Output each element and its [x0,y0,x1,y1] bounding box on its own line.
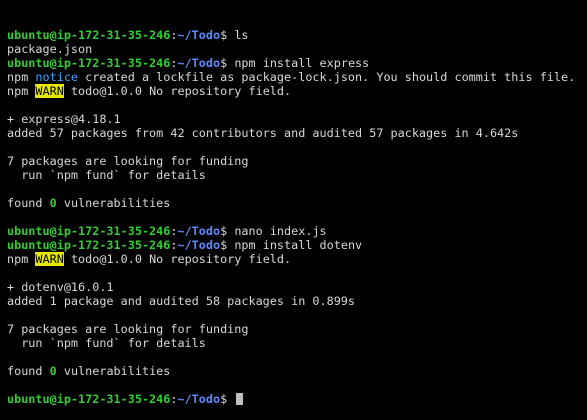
prompt-path: ~/Todo [177,392,221,406]
prompt-user-host: ubuntu@ip-172-31-35-246 [7,238,171,252]
command-text: npm install dotenv [234,238,363,252]
prompt-user-host: ubuntu@ip-172-31-35-246 [7,56,171,70]
vulnerability-count: 0 [49,364,57,378]
prompt-line: ubuntu@ip-172-31-35-246:~/Todo$ [7,392,587,406]
found-prefix: found [7,196,50,210]
output-line: run `npm fund` for details [7,336,587,350]
found-suffix: vulnerabilities [56,364,171,378]
npm-level-badge: WARN [35,252,64,266]
npm-message: todo@1.0.0 No repository field. [63,84,292,98]
vulnerabilities-line: found 0 vulnerabilities [7,196,587,210]
output-line: package.json [7,42,587,56]
prompt-user-host: ubuntu@ip-172-31-35-246 [7,28,171,42]
output-text: run `npm fund` for details [7,168,206,182]
npm-log-line: npm notice created a lockfile as package… [7,70,587,84]
output-text: added 1 package and audited 58 packages … [7,294,356,308]
vulnerabilities-line: found 0 vulnerabilities [7,364,587,378]
vulnerability-count: 0 [49,196,57,210]
output-text: + dotenv@16.0.1 [7,280,114,294]
output-line: + dotenv@16.0.1 [7,280,587,294]
output-text: + express@4.18.1 [7,112,121,126]
output-line: 7 packages are looking for funding [7,154,587,168]
prompt-path: ~/Todo [177,238,221,252]
npm-message: created a lockfile as package-lock.json.… [78,70,576,84]
command-text: nano index.js [234,224,327,238]
terminal-output: ubuntu@ip-172-31-35-246:~/Todo$ ls packag… [7,28,587,406]
prompt-dollar: $ [220,28,235,42]
prompt-line: ubuntu@ip-172-31-35-246:~/Todo$ nano ind… [7,224,587,238]
output-line: 7 packages are looking for funding [7,322,587,336]
terminal-window[interactable]: ubuntu@ip-172-31-35-246:~/Todo$ ls packag… [0,0,587,407]
prompt-line: ubuntu@ip-172-31-35-246:~/Todo$ ls [7,28,587,42]
npm-level-badge: notice [35,70,79,84]
output-line: run `npm fund` for details [7,168,587,182]
prompt-path: ~/Todo [177,28,221,42]
output-text: package.json [7,42,93,56]
output-line: added 1 package and audited 58 packages … [7,294,587,308]
prompt-path: ~/Todo [177,224,221,238]
npm-log-line: npm WARN todo@1.0.0 No repository field. [7,84,587,98]
output-text: run `npm fund` for details [7,336,206,350]
command-text: npm install express [234,56,370,70]
found-suffix: vulnerabilities [56,196,171,210]
prompt-dollar: $ [220,224,235,238]
found-prefix: found [7,364,50,378]
command-text: ls [234,28,249,42]
output-line: + express@4.18.1 [7,112,587,126]
prompt-user-host: ubuntu@ip-172-31-35-246 [7,224,171,238]
npm-prefix: npm [7,84,36,98]
prompt-line: ubuntu@ip-172-31-35-246:~/Todo$ npm inst… [7,56,587,70]
prompt-dollar: $ [220,56,235,70]
npm-message: todo@1.0.0 No repository field. [63,252,292,266]
prompt-path: ~/Todo [177,56,221,70]
output-line: added 57 packages from 42 contributors a… [7,126,587,140]
output-text: 7 packages are looking for funding [7,322,249,336]
npm-prefix: npm [7,252,36,266]
output-text: added 57 packages from 42 contributors a… [7,126,519,140]
prompt-dollar: $ [220,238,235,252]
terminal-cursor[interactable] [236,393,244,405]
prompt-user-host: ubuntu@ip-172-31-35-246 [7,392,171,406]
prompt-line: ubuntu@ip-172-31-35-246:~/Todo$ npm inst… [7,238,587,252]
prompt-dollar: $ [220,392,235,406]
npm-prefix: npm [7,70,36,84]
npm-log-line: npm WARN todo@1.0.0 No repository field. [7,252,587,266]
npm-level-badge: WARN [35,84,64,98]
output-text: 7 packages are looking for funding [7,154,249,168]
